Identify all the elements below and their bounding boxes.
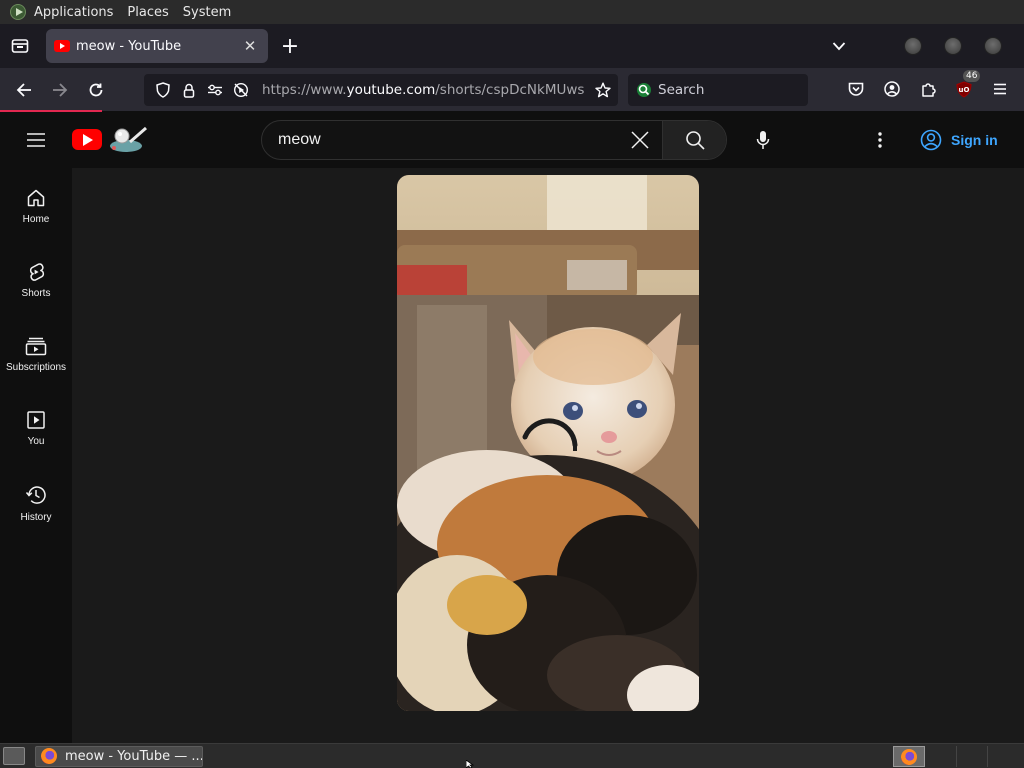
kitten-video-frame bbox=[397, 175, 699, 711]
minimize-window-button[interactable] bbox=[904, 37, 922, 55]
list-all-tabs-button[interactable] bbox=[824, 31, 854, 61]
bookmark-star-icon[interactable] bbox=[588, 77, 618, 103]
search-field[interactable]: Search bbox=[628, 74, 808, 106]
youtube-logo-icon[interactable] bbox=[72, 129, 102, 150]
youtube-favicon-icon bbox=[54, 40, 70, 52]
ublock-shield-icon: uO bbox=[956, 80, 972, 98]
tab-close-icon[interactable]: ✕ bbox=[240, 36, 260, 56]
puzzle-icon bbox=[922, 83, 936, 97]
sidebar-item-label: You bbox=[27, 436, 45, 447]
forward-button[interactable] bbox=[42, 74, 78, 106]
back-arrow-icon bbox=[16, 82, 31, 97]
extensions-button[interactable] bbox=[910, 73, 946, 105]
firefox-icon bbox=[901, 748, 917, 765]
sign-in-label: Sign in bbox=[951, 132, 998, 148]
shorts-icon bbox=[29, 263, 45, 281]
youtube-doodle-icon[interactable] bbox=[106, 124, 150, 154]
account-icon bbox=[884, 81, 900, 97]
workspace-2[interactable] bbox=[927, 746, 957, 767]
system-menu[interactable]: System bbox=[183, 5, 231, 20]
app-menu-button[interactable] bbox=[982, 73, 1018, 105]
voice-search-button[interactable] bbox=[743, 120, 783, 160]
mouse-pointer-icon bbox=[466, 760, 475, 768]
search-field-placeholder: Search bbox=[658, 82, 705, 98]
tab-meow-youtube[interactable]: meow - YouTube ✕ bbox=[46, 29, 268, 63]
permissions-icon[interactable] bbox=[202, 77, 228, 103]
settings-more-button[interactable] bbox=[868, 126, 892, 154]
mini-guide-sidebar: Home Shorts Subscriptions You History bbox=[0, 168, 72, 743]
svg-text:uO: uO bbox=[959, 86, 970, 94]
guide-menu-button[interactable] bbox=[20, 126, 52, 154]
workspace-3[interactable] bbox=[958, 746, 988, 767]
history-icon bbox=[25, 486, 46, 504]
close-window-button[interactable] bbox=[984, 37, 1002, 55]
sidebar-item-subscriptions[interactable]: Subscriptions bbox=[0, 316, 72, 390]
blocked-count-badge: 46 bbox=[963, 70, 981, 82]
hamburger-menu-icon bbox=[27, 133, 45, 147]
back-button[interactable] bbox=[6, 74, 42, 106]
shorts-page bbox=[72, 168, 1024, 743]
lock-icon[interactable] bbox=[176, 77, 202, 103]
toolbar-right: uO 46 bbox=[838, 70, 1018, 105]
sidebar-item-history[interactable]: History bbox=[0, 464, 72, 538]
sidebar-item-label: History bbox=[20, 512, 52, 523]
account-circle-icon bbox=[920, 129, 942, 151]
tracking-protection-shield-icon[interactable] bbox=[150, 77, 176, 103]
distro-logo-icon[interactable] bbox=[10, 4, 26, 20]
youtube-search-input[interactable]: meow bbox=[262, 131, 618, 149]
shorts-video-player[interactable] bbox=[397, 175, 699, 711]
reload-button[interactable] bbox=[78, 74, 114, 106]
sidebar-item-label: Subscriptions bbox=[5, 362, 67, 373]
url-text[interactable]: https://www.youtube.com/shorts/cspDcNkMU… bbox=[262, 82, 588, 98]
firefox-icon bbox=[41, 748, 57, 764]
firefox-view-button[interactable] bbox=[0, 24, 40, 68]
sign-in-button[interactable]: Sign in bbox=[911, 122, 1007, 158]
maximize-window-button[interactable] bbox=[944, 37, 962, 55]
top-panel: Applications Places System bbox=[0, 0, 1024, 24]
clear-search-button[interactable] bbox=[618, 121, 662, 159]
home-icon bbox=[27, 189, 45, 207]
autoplay-blocked-icon[interactable] bbox=[228, 77, 254, 103]
youtube-search-box: meow bbox=[261, 120, 727, 160]
pocket-icon bbox=[848, 82, 864, 96]
navigation-toolbar: https://www.youtube.com/shorts/cspDcNkMU… bbox=[0, 68, 1024, 111]
close-icon bbox=[631, 131, 649, 149]
account-button[interactable] bbox=[874, 73, 910, 105]
places-menu[interactable]: Places bbox=[127, 5, 168, 20]
youtube-search-button[interactable] bbox=[662, 121, 726, 159]
hamburger-menu-icon bbox=[994, 83, 1006, 95]
forward-arrow-icon bbox=[53, 82, 68, 97]
microphone-icon bbox=[756, 131, 770, 149]
vertical-dots-icon bbox=[878, 132, 882, 148]
new-tab-button[interactable]: + bbox=[272, 29, 308, 63]
reload-icon bbox=[89, 83, 103, 96]
show-desktop-button[interactable] bbox=[3, 747, 25, 765]
address-bar[interactable]: https://www.youtube.com/shorts/cspDcNkMU… bbox=[144, 74, 618, 106]
applications-menu[interactable]: Applications bbox=[34, 5, 113, 20]
youtube-header: meow Sign in bbox=[0, 112, 1024, 168]
ublock-origin-button[interactable]: uO 46 bbox=[946, 70, 982, 105]
search-icon bbox=[685, 131, 705, 150]
taskbar-window-title: meow - YouTube — ... bbox=[65, 748, 203, 764]
sidebar-item-label: Home bbox=[22, 214, 50, 225]
firefox-view-icon bbox=[11, 39, 29, 53]
sidebar-item-home[interactable]: Home bbox=[0, 168, 72, 242]
pocket-button[interactable] bbox=[838, 73, 874, 105]
taskbar-window-button[interactable]: meow - YouTube — ... bbox=[35, 745, 203, 767]
subscriptions-icon bbox=[25, 337, 47, 356]
sidebar-item-label: Shorts bbox=[21, 288, 51, 299]
tab-title: meow - YouTube bbox=[76, 38, 182, 54]
you-icon bbox=[27, 411, 45, 429]
chevron-down-icon bbox=[832, 42, 846, 51]
workspace-1[interactable] bbox=[893, 746, 925, 767]
sidebar-item-shorts[interactable]: Shorts bbox=[0, 242, 72, 316]
bottom-taskbar: meow - YouTube — ... bbox=[0, 743, 1024, 768]
search-engine-icon bbox=[637, 83, 651, 97]
sidebar-item-you[interactable]: You bbox=[0, 390, 72, 464]
tab-strip: meow - YouTube ✕ + bbox=[0, 24, 1024, 68]
